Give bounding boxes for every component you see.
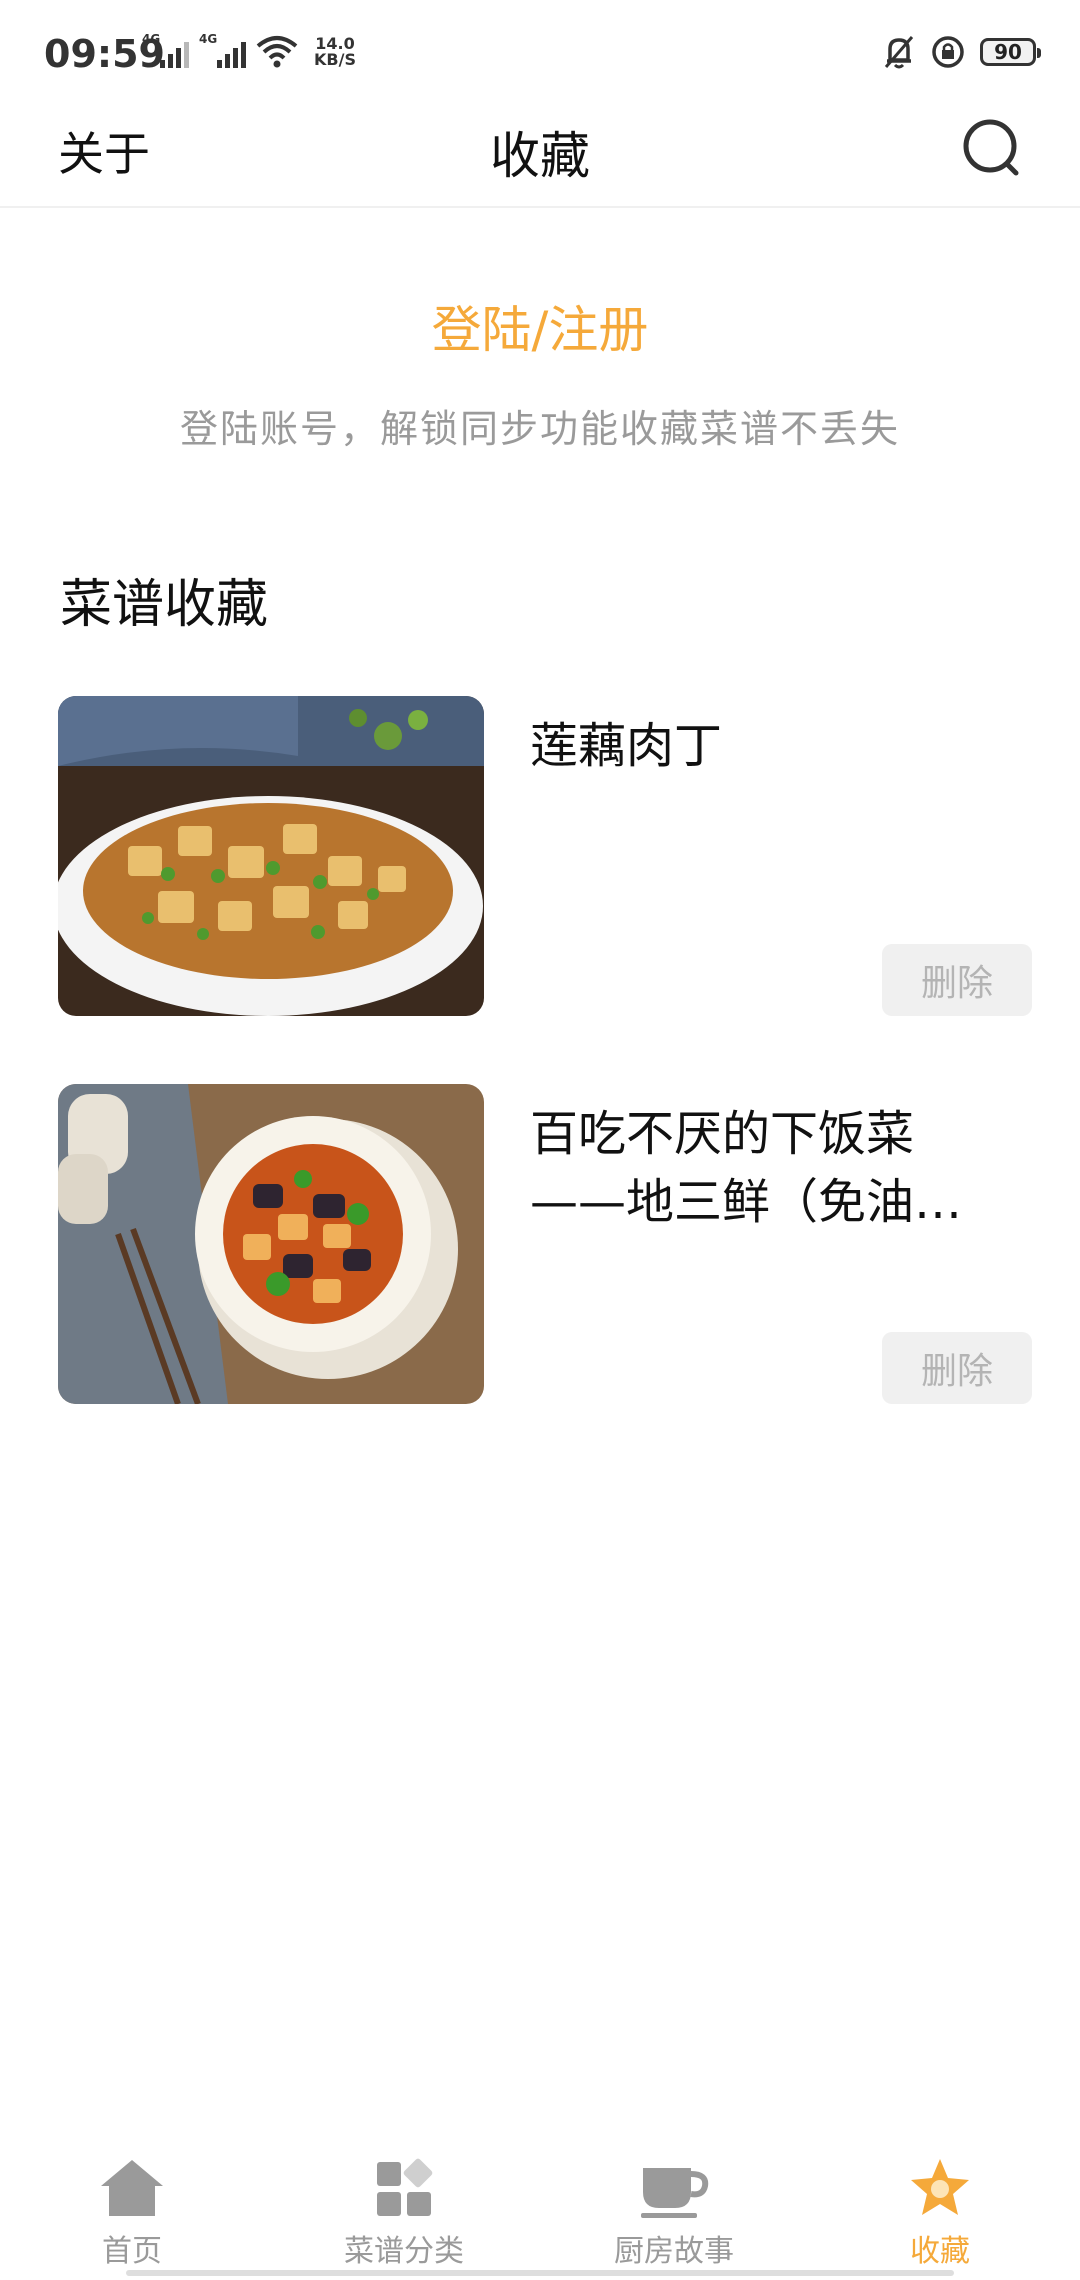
bottom-nav: 首页 菜谱分类 厨房故事 收藏 xyxy=(0,2138,1080,2280)
bell-muted-icon xyxy=(884,36,914,69)
nav-label: 收藏 xyxy=(910,2234,970,2269)
nav-item-favorites[interactable]: 收藏 xyxy=(830,2156,1050,2270)
category-icon xyxy=(377,2158,433,2216)
favorite-card[interactable]: 百吃不厌的下饭菜 ——地三鲜（免油… 删除 xyxy=(58,1084,1032,1404)
nav-label: 首页 xyxy=(102,2234,162,2269)
cup-icon xyxy=(641,2168,709,2218)
login-register-link[interactable]: 登陆/注册 xyxy=(0,290,1080,362)
star-icon xyxy=(911,2159,969,2215)
nav-item-kitchen-stories[interactable]: 厨房故事 xyxy=(564,2156,784,2270)
favorite-card[interactable]: 莲藕肉丁 删除 xyxy=(58,696,1032,1016)
home-indicator[interactable] xyxy=(126,2270,954,2276)
delete-button[interactable]: 删除 xyxy=(882,944,1032,1016)
recipe-image xyxy=(58,1084,484,1404)
login-subtitle: 登陆账号，解锁同步功能收藏菜谱不丢失 xyxy=(179,407,900,451)
network-type-1: 4G xyxy=(142,32,161,46)
rotation-lock-icon xyxy=(932,36,964,68)
delete-button[interactable]: 删除 xyxy=(882,1332,1032,1404)
nav-item-category[interactable]: 菜谱分类 xyxy=(294,2156,514,2270)
section-title: 菜谱收藏 xyxy=(60,575,269,635)
cellular-signal-icon: 4G xyxy=(142,32,189,68)
wifi-icon xyxy=(256,36,298,68)
recipe-title: 莲藕肉丁 xyxy=(530,718,723,774)
recipe-title: 百吃不厌的下饭菜 ——地三鲜（免油… xyxy=(530,1106,963,1230)
status-bar: 09:59 4G 4G 14.0 KB/S 90 xyxy=(0,0,1080,110)
home-icon xyxy=(101,2160,163,2216)
nav-label: 菜谱分类 xyxy=(344,2234,464,2269)
recipe-image xyxy=(58,696,484,1016)
battery-icon: 90 xyxy=(980,38,1041,66)
page-title: 收藏 xyxy=(490,127,590,185)
status-left-icons: 4G 4G 14.0 KB/S xyxy=(142,32,356,69)
network-speed: 14.0 KB/S xyxy=(314,34,356,69)
status-right-icons: 90 xyxy=(882,34,1041,70)
search-icon[interactable] xyxy=(960,116,1022,178)
app-header: 关于 收藏 xyxy=(0,110,1080,208)
network-type-2: 4G xyxy=(199,32,218,46)
cellular-signal-icon: 4G xyxy=(199,32,246,68)
nav-label: 厨房故事 xyxy=(614,2234,734,2269)
nav-item-home[interactable]: 首页 xyxy=(22,2156,242,2270)
